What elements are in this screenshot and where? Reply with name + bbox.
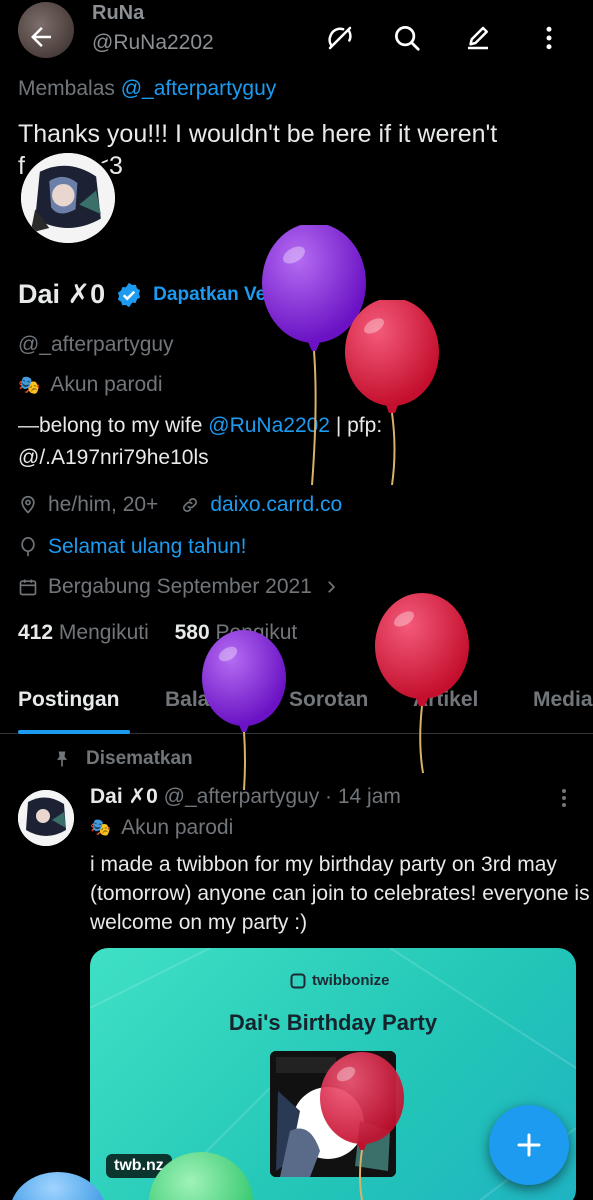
translate-icon[interactable]: [322, 20, 358, 56]
card-brand: twibbonize: [290, 972, 390, 989]
reply-context: Membalas @_afterpartyguy: [18, 77, 276, 101]
tab-posts[interactable]: Postingan: [18, 688, 120, 712]
location-pin-icon: [21, 495, 35, 514]
parody-label: 🎭 Akun parodi: [18, 373, 163, 397]
pinned-indicator: Disematkan: [52, 748, 193, 770]
calendar-icon: [19, 579, 37, 596]
back-button[interactable]: [18, 14, 64, 60]
post-avatar[interactable]: [18, 790, 74, 846]
compose-fab[interactable]: [489, 1105, 569, 1185]
balloon-blue: [12, 1172, 104, 1200]
profile-avatar[interactable]: [18, 150, 118, 246]
link-icon: [183, 498, 198, 512]
balloon-green: [149, 1152, 253, 1200]
top-bar: RuNa @RuNa2202: [0, 0, 593, 80]
post-text: i made a twibbon for my birthday party o…: [90, 853, 590, 934]
website-link[interactable]: daixo.carrd.co: [210, 493, 342, 517]
tab-highlights[interactable]: Sorotan: [289, 688, 368, 712]
joined-row[interactable]: Bergabung September 2021: [18, 575, 340, 599]
pinned-label: Disematkan: [86, 748, 193, 769]
profile-name: Dai ✗0: [18, 279, 106, 309]
profile-handle: @_afterpartyguy: [18, 333, 174, 356]
back-arrow-icon: [31, 27, 51, 47]
pin-icon: [57, 751, 67, 767]
pronouns: he/him, 20+: [48, 493, 159, 516]
compose-icon[interactable]: [460, 20, 496, 56]
twibbonize-logo-icon: [290, 973, 306, 988]
theater-mask-icon: 🎭: [18, 374, 41, 395]
birthday-row: Selamat ulang tahun!: [18, 535, 246, 559]
balloon-red-2: [375, 593, 469, 774]
balloon-purple-2: [202, 630, 286, 790]
birthday-text[interactable]: Selamat ulang tahun!: [48, 535, 246, 559]
post-author-name[interactable]: Dai ✗0: [90, 785, 158, 808]
card-title: Dai's Birthday Party: [228, 1010, 438, 1035]
post-parody-text: Akun parodi: [121, 816, 234, 839]
header-name: RuNa: [92, 2, 145, 24]
balloon-icon: [21, 537, 35, 557]
bio-prefix: —belong to my wife: [18, 414, 209, 437]
joined-date: Bergabung September 2021: [48, 575, 312, 598]
theater-mask-icon: 🎭: [90, 818, 112, 837]
following-stat[interactable]: 412 Mengikuti: [18, 621, 149, 644]
balloon-red-1: [345, 300, 439, 485]
post-parody-label: 🎭 Akun parodi: [90, 816, 233, 840]
more-options-icon[interactable]: [531, 20, 567, 56]
tweet-text-line-1: Thanks you!!! I wouldn't be here if it w…: [18, 120, 498, 148]
tab-media[interactable]: Media: [533, 688, 593, 712]
chevron-right-icon: [328, 581, 336, 593]
header-handle: @RuNa2202: [92, 31, 214, 54]
profile-tabs: Postingan Balasan Sorotan Artikel Media: [0, 684, 593, 734]
post-more-icon[interactable]: [552, 786, 576, 810]
search-icon[interactable]: [389, 20, 425, 56]
plus-icon: [517, 1133, 541, 1157]
reply-prefix: Membalas: [18, 77, 115, 100]
active-tab-indicator: [18, 730, 130, 734]
reply-mention[interactable]: @_afterpartyguy: [121, 77, 277, 100]
profile-meta-row: he/him, 20+ daixo.carrd.co: [18, 493, 342, 517]
verified-badge-icon: [118, 282, 141, 307]
balloon-red-3: [320, 1052, 404, 1200]
parody-text: Akun parodi: [50, 373, 163, 396]
